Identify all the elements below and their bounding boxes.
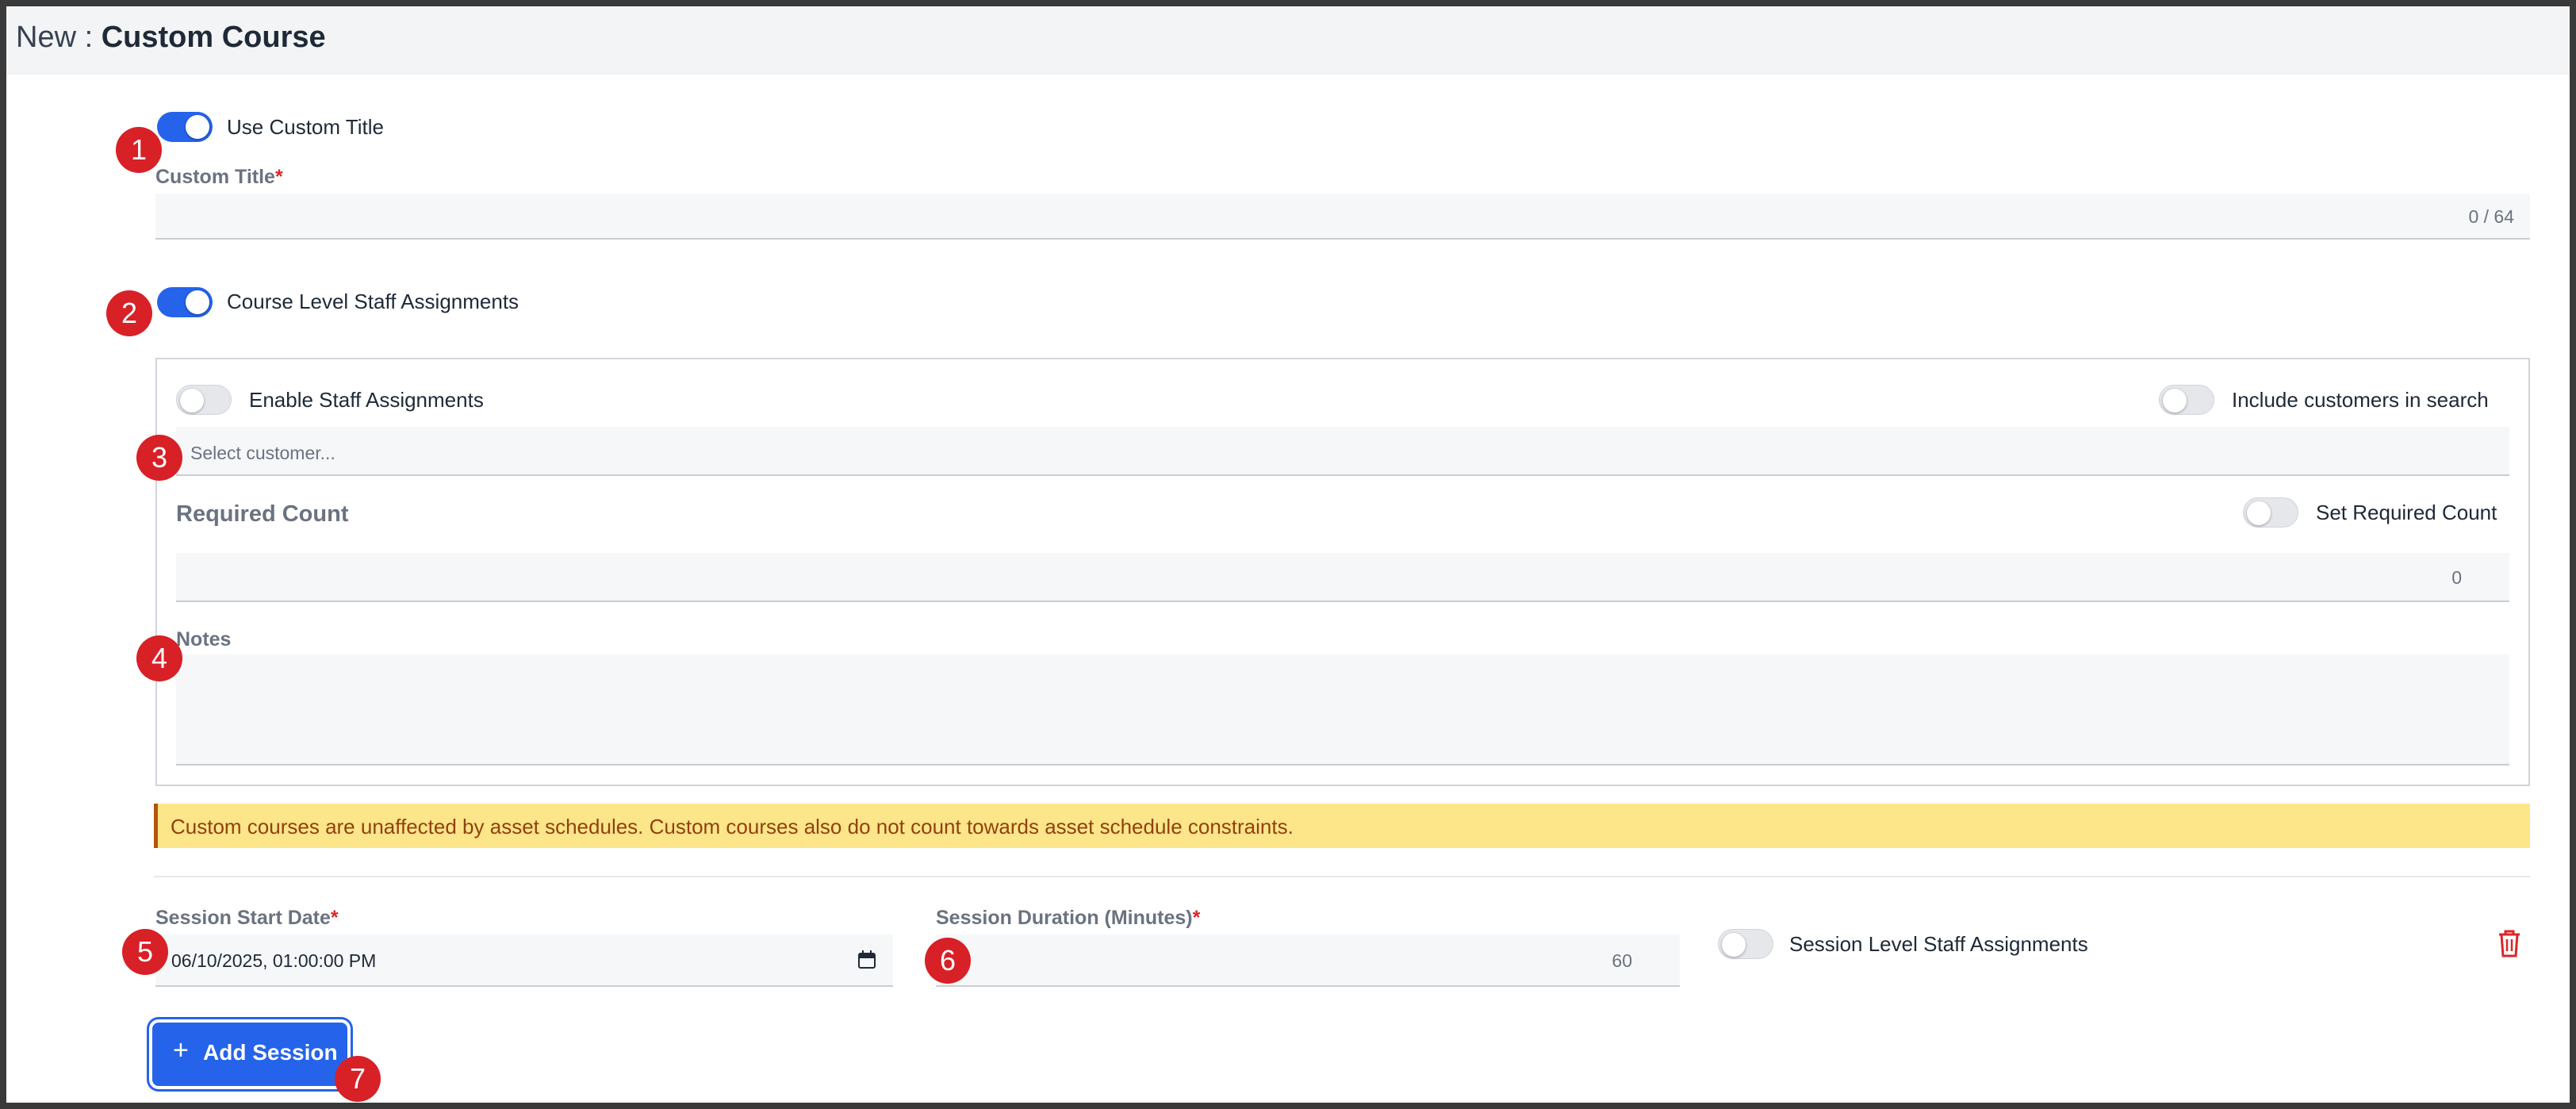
required-count-input[interactable]: 0 (176, 553, 2509, 602)
course-staff-toggle[interactable] (157, 287, 213, 317)
add-session-button[interactable]: + Add Session (152, 1023, 347, 1086)
session-duration-label-text: Session Duration (Minutes) (936, 907, 1193, 929)
session-staff-label: Session Level Staff Assignments (1789, 932, 2088, 956)
use-custom-title-label: Use Custom Title (227, 115, 384, 139)
plus-icon: + (173, 1035, 189, 1065)
set-required-count-label: Set Required Count (2316, 501, 2497, 524)
annotation-badge-7: 7 (335, 1056, 381, 1102)
customer-select[interactable]: Select customer... (176, 427, 2509, 476)
session-start-label: Session Start Date* (155, 907, 339, 930)
toggle-knob (2163, 389, 2187, 413)
use-custom-title-toggle[interactable] (157, 112, 213, 142)
warning-banner: Custom courses are unaffected by asset s… (154, 804, 2530, 848)
custom-title-label: Custom Title* (155, 166, 283, 189)
page-title-prefix: New : (16, 21, 102, 54)
add-session-label: Add Session (203, 1040, 338, 1065)
session-duration-value: 60 (1612, 950, 1632, 971)
notes-textarea[interactable] (176, 654, 2509, 766)
page-title: New : Custom Course (16, 21, 326, 55)
trash-icon[interactable] (2497, 929, 2522, 957)
page-title-name: Custom Course (101, 21, 326, 54)
include-customers-toggle[interactable] (2159, 385, 2214, 415)
required-count-value: 0 (2451, 567, 2462, 588)
custom-title-char-count: 0 / 64 (2468, 206, 2514, 227)
required-mark: * (330, 907, 339, 929)
custom-title-label-text: Custom Title (155, 166, 275, 188)
enable-staff-label: Enable Staff Assignments (249, 388, 484, 412)
custom-title-input[interactable]: 0 / 64 (155, 194, 2530, 240)
toggle-knob (180, 389, 204, 413)
calendar-icon[interactable] (858, 950, 876, 969)
page-header: New : Custom Course (6, 6, 2570, 75)
required-mark: * (274, 166, 283, 188)
annotation-badge-3: 3 (136, 435, 182, 481)
annotation-badge-2: 2 (106, 290, 152, 336)
set-required-count-toggle[interactable] (2243, 497, 2298, 528)
annotation-badge-1: 1 (116, 127, 162, 173)
annotation-badge-5: 5 (122, 929, 168, 975)
include-customers-label: Include customers in search (2232, 388, 2489, 412)
course-staff-label: Course Level Staff Assignments (227, 290, 519, 313)
annotation-badge-4: 4 (136, 635, 182, 681)
required-count-label: Required Count (176, 501, 349, 527)
session-duration-label: Session Duration (Minutes)* (936, 907, 1200, 930)
toggle-knob (186, 290, 209, 314)
session-start-value: 06/10/2025, 01:00:00 PM (171, 950, 377, 971)
notes-label: Notes (176, 628, 232, 650)
required-mark: * (1192, 907, 1201, 929)
section-divider (154, 876, 2530, 877)
form-window: New : Custom Course Use Custom Title Cus… (6, 6, 2570, 1103)
toggle-knob (1722, 933, 1746, 957)
session-duration-input[interactable]: 60 (936, 934, 1680, 987)
customer-select-placeholder: Select customer... (190, 443, 335, 463)
annotation-badge-6: 6 (925, 938, 971, 984)
session-start-label-text: Session Start Date (155, 907, 331, 929)
toggle-knob (2247, 501, 2271, 525)
enable-staff-toggle[interactable] (176, 385, 232, 415)
toggle-knob (186, 115, 209, 139)
session-start-date-input[interactable]: 06/10/2025, 01:00:00 PM (155, 934, 893, 987)
warning-text: Custom courses are unaffected by asset s… (171, 815, 1294, 838)
session-staff-toggle[interactable] (1718, 929, 1773, 959)
